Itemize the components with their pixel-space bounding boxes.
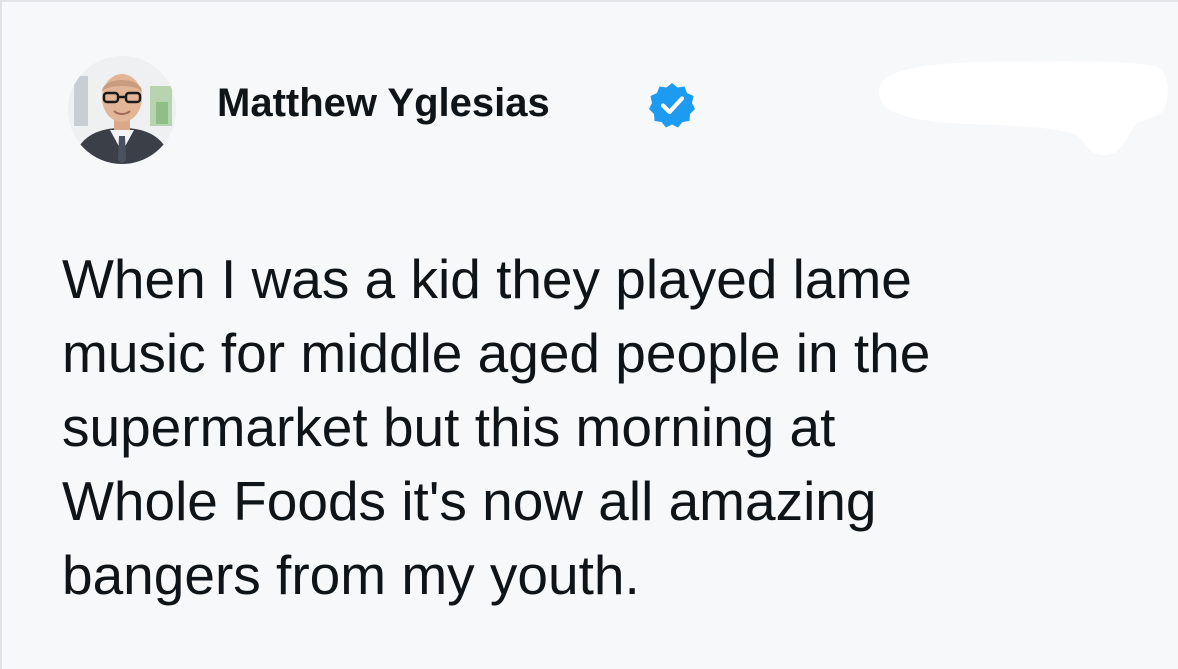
tweet-line: music for middle aged people in the — [62, 322, 931, 384]
tweet-line: Whole Foods it's now all amazing — [62, 470, 877, 532]
tweet-line: supermarket but this morning at — [62, 396, 836, 458]
verified-badge-icon — [648, 81, 696, 129]
profile-photo-icon — [68, 56, 176, 164]
tweet-line: When I was a kid they played lame — [62, 248, 912, 310]
author-name[interactable]: Matthew Yglesias — [217, 79, 550, 127]
top-edge-divider — [0, 0, 1178, 2]
redaction-mark — [878, 52, 1170, 160]
tweet-line: bangers from my youth. — [62, 544, 640, 606]
avatar[interactable] — [68, 56, 176, 164]
left-edge-divider — [0, 0, 2, 669]
tweet-text: When I was a kid they played lame music … — [62, 242, 1152, 612]
